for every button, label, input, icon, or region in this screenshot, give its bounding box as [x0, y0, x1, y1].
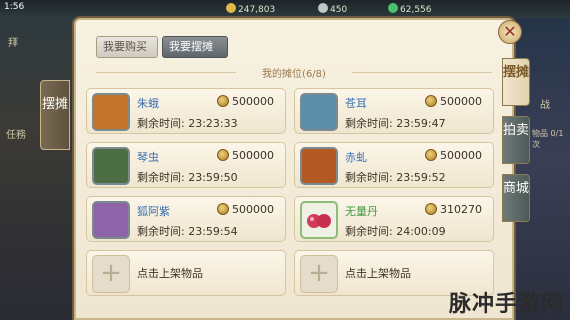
remaining-label: 剩余时间: — [345, 225, 393, 238]
pet-avatar-icon — [92, 93, 130, 131]
remaining-value: 23:23:33 — [188, 117, 238, 130]
booth-title: 我的摊位(6/8) — [262, 69, 326, 80]
remaining-value: 23:59:50 — [188, 171, 238, 184]
booth-side-tab[interactable]: 摆摊 — [40, 80, 70, 150]
pill-icon — [307, 214, 331, 228]
item-price: 500000 — [217, 203, 274, 216]
add-item-label: 点击上架物品 — [137, 267, 203, 280]
plus-icon: + — [300, 255, 338, 293]
pet-avatar-icon — [92, 147, 130, 185]
coin-icon — [217, 149, 229, 161]
tab-auction[interactable]: 拍卖 — [502, 116, 530, 164]
remaining-time: 剩余时间: 23:59:52 — [345, 169, 446, 185]
item-name: 朱蛾 — [137, 97, 159, 110]
pet-avatar-icon — [300, 147, 338, 185]
item-name: 琴虫 — [137, 151, 159, 164]
remaining-time: 剩余时间: 23:59:47 — [345, 115, 446, 131]
price-value: 500000 — [232, 203, 274, 216]
watermark: 脉冲手游网 — [448, 292, 564, 317]
coin-icon — [425, 203, 437, 215]
empty-booth-slot[interactable]: + 点击上架物品 — [86, 250, 286, 296]
pill-item-icon — [300, 201, 338, 239]
remaining-label: 剩余时间: — [345, 171, 393, 184]
remaining-value: 23:59:52 — [396, 171, 446, 184]
item-price: 310270 — [425, 203, 482, 216]
silver-amount: 450 — [330, 5, 348, 15]
gold-amount: 247,803 — [238, 5, 276, 15]
item-price: 500000 — [217, 149, 274, 162]
pet-avatar-icon — [300, 93, 338, 131]
remaining-label: 剩余时间: — [137, 225, 185, 238]
price-value: 500000 — [440, 95, 482, 108]
booth-slot[interactable]: 苍耳 500000 剩余时间: 23:59:47 — [294, 88, 494, 134]
item-price: 500000 — [425, 95, 482, 108]
booth-slot[interactable]: 琴虫 500000 剩余时间: 23:59:50 — [86, 142, 286, 188]
coin-icon — [217, 203, 229, 215]
coin-icon — [425, 95, 437, 107]
booth-panel: 我要购买 我要摆摊 我的摊位(6/8) 朱蛾 500000 剩余时间: 23:2… — [74, 18, 514, 320]
remaining-time: 剩余时间: 23:59:54 — [137, 223, 238, 239]
add-item-label: 点击上架物品 — [345, 267, 411, 280]
tab-mall[interactable]: 商城 — [502, 174, 530, 222]
jade-resource: 62,556 — [388, 3, 432, 15]
gold-resource: 247,803 — [226, 3, 275, 15]
gold-icon — [226, 3, 236, 13]
remaining-value: 23:59:47 — [396, 117, 446, 130]
remaining-value: 23:59:54 — [188, 225, 238, 238]
left-side-label-top: 拜 — [8, 38, 18, 49]
coin-icon — [425, 149, 437, 161]
clock: 1:56 — [4, 2, 25, 12]
item-price: 500000 — [217, 95, 274, 108]
remaining-label: 剩余时间: — [137, 117, 185, 130]
booth-slot[interactable]: 朱蛾 500000 剩余时间: 23:23:33 — [86, 88, 286, 134]
remaining-value: 24:00:09 — [396, 225, 446, 238]
booth-slot[interactable]: 狐阿紫 500000 剩余时间: 23:59:54 — [86, 196, 286, 242]
close-icon[interactable]: ✕ — [498, 20, 522, 44]
jade-icon — [388, 3, 398, 13]
left-side-label-mid: 任務 — [6, 130, 26, 141]
price-value: 500000 — [440, 149, 482, 162]
remaining-label: 剩余时间: — [137, 171, 185, 184]
tab-booth[interactable]: 摆摊 — [502, 58, 530, 106]
price-value: 310270 — [440, 203, 482, 216]
sell-tab-button[interactable]: 我要摆摊 — [162, 36, 228, 58]
item-name: 苍耳 — [345, 97, 367, 110]
jade-amount: 62,556 — [400, 5, 432, 15]
booth-slot[interactable]: 无量丹 310270 剩余时间: 24:00:09 — [294, 196, 494, 242]
coin-icon — [217, 95, 229, 107]
item-name: 无量丹 — [345, 205, 378, 218]
booth-slot[interactable]: 赤虬 500000 剩余时间: 23:59:52 — [294, 142, 494, 188]
status-bar: 1:56 247,803 450 62,556 — [0, 0, 570, 18]
silver-icon — [318, 3, 328, 13]
right-side-info: 物品 0/1次 — [532, 129, 564, 149]
item-name: 狐阿紫 — [137, 205, 170, 218]
price-value: 500000 — [232, 149, 274, 162]
pet-avatar-icon — [92, 201, 130, 239]
buy-tab-button[interactable]: 我要购买 — [96, 36, 158, 58]
silver-resource: 450 — [318, 3, 347, 15]
remaining-label: 剩余时间: — [345, 117, 393, 130]
plus-icon: + — [92, 255, 130, 293]
remaining-time: 剩余时间: 24:00:09 — [345, 223, 446, 239]
price-value: 500000 — [232, 95, 274, 108]
remaining-time: 剩余时间: 23:23:33 — [137, 115, 238, 131]
remaining-time: 剩余时间: 23:59:50 — [137, 169, 238, 185]
item-name: 赤虬 — [345, 151, 367, 164]
item-price: 500000 — [425, 149, 482, 162]
right-side-label: 战 — [540, 100, 550, 111]
